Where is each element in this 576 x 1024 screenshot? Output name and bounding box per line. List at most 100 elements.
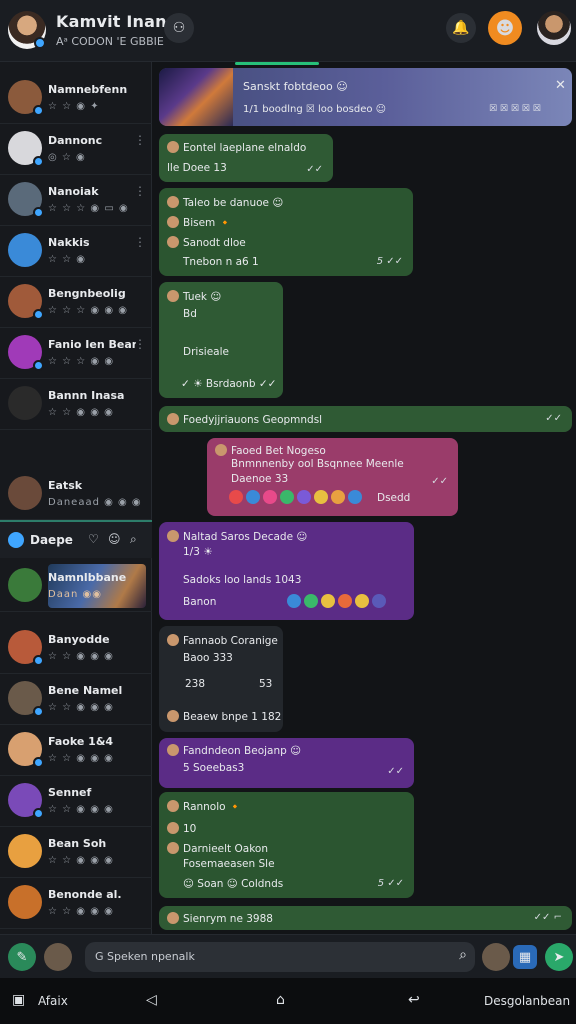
chat-list-item[interactable]: Benonde al. ☆ ☆ ◉ ◉ ◉ [0, 879, 152, 929]
chat-name: Namnebfenn [48, 83, 128, 96]
home-icon[interactable]: ⌂ [276, 992, 285, 1008]
attach-icon[interactable]: ✎ [8, 943, 36, 971]
reaction-row[interactable] [229, 490, 365, 504]
message-text: Sadoks loo lands 1043 [183, 574, 302, 586]
recents-icon[interactable]: ▣ [12, 992, 25, 1008]
emoji-avatar-icon[interactable]: ☻ [488, 11, 522, 45]
chat-list-item[interactable]: Dannonc ◎ ☆ ◉ ⋮ [0, 125, 152, 175]
avatar [8, 233, 42, 267]
gallery-icon[interactable]: ▦ [513, 945, 537, 969]
send-icon[interactable]: ➤ [545, 943, 573, 971]
chat-list-item[interactable]: Eatsk Daneaad ◉ ◉ ◉ [0, 470, 152, 520]
nav-left-label: Afaix [38, 994, 68, 1008]
user-avatar[interactable] [537, 11, 571, 45]
chat-list-item[interactable]: Fanio Ien Bean ☆ ☆ ☆ ◉ ◉ ⋮ [0, 329, 152, 379]
search-icon[interactable]: ⌕ [130, 532, 137, 547]
chat-list-item[interactable]: Nakkis ☆ ☆ ◉ ⋮ [0, 227, 152, 277]
message-bubble[interactable]: Taleo be danuoe ☺ Bisem 🔸 Sanodt dloe Tn… [159, 188, 413, 276]
message-bubble[interactable]: Rannolo 🔸 10 Darnieelt Oakon Fosemaeasen… [159, 792, 414, 898]
close-icon[interactable]: ✕ [555, 78, 566, 93]
reaction-icon[interactable] [280, 490, 294, 504]
reaction-icon[interactable] [246, 490, 260, 504]
chat-meta: ☆ ☆ ◉ ✦ [48, 101, 100, 112]
chat-meta: ☆ ☆ ◉ ◉ ◉ [48, 702, 114, 713]
reaction-icon[interactable] [338, 594, 352, 608]
reaction-icon[interactable] [263, 490, 277, 504]
message-input[interactable]: G Speken npenalk ⌕ [85, 942, 475, 972]
chat-name: Nanoiak [48, 185, 99, 198]
avatar [8, 681, 44, 717]
read-receipt-icon: 5 ✓✓ [377, 878, 404, 889]
chat-list-sidebar: Namnebfenn ☆ ☆ ◉ ✦ Dannonc ◎ ☆ ◉ ⋮ Nanoi… [0, 62, 152, 934]
message-bubble[interactable]: Eontel laeplane elnaldo lle Doee 13 ✓✓ [159, 134, 333, 182]
reaction-icon[interactable] [304, 594, 318, 608]
message-bubble[interactable]: Naltad Saros Decade ☺ 1/3 ☀ Sadoks loo l… [159, 522, 414, 620]
message-text: Rannolo 🔸 [183, 801, 242, 813]
chat-list-item[interactable]: Namnlbbane Daan ◉◉ [0, 562, 152, 612]
avatar [8, 80, 44, 116]
composer-bar: ✎ G Speken npenalk ⌕ ▦ ➤ [0, 934, 576, 978]
chat-list-item[interactable]: Nanoiak ☆ ☆ ☆ ◉ ▭ ◉ ⋮ [0, 176, 152, 226]
chat-list-item[interactable]: Namnebfenn ☆ ☆ ◉ ✦ [0, 74, 152, 124]
more-icon[interactable]: ⋮ [134, 184, 146, 198]
back-icon[interactable]: ◁ [146, 992, 157, 1008]
more-icon[interactable]: ⋮ [134, 133, 146, 147]
sender-avatar [167, 196, 179, 208]
chat-list-item[interactable]: Faoke 1&4 ☆ ☆ ◉ ◉ ◉ [0, 726, 152, 776]
chat-name: Namnlbbane [48, 571, 127, 584]
search-icon[interactable]: ⌕ [459, 947, 467, 963]
chat-list-item[interactable]: Banyodde ☆ ☆ ◉ ◉ ◉ [0, 624, 152, 674]
reaction-row[interactable] [287, 594, 389, 608]
pinned-banner[interactable]: Sanskt fobtdeoo ☺ 1/1 boodlng ☒ loo bosd… [159, 68, 572, 126]
chat-list-item[interactable]: Bean Soh ☆ ☆ ◉ ◉ ◉ [0, 828, 152, 878]
return-icon[interactable]: ↩ [408, 992, 420, 1008]
message-bubble[interactable]: Fannaob Coranige Baoo 333 238 53 Beaew b… [159, 626, 283, 732]
chat-list-item[interactable]: Bengnbeolig ☆ ☆ ☆ ◉ ◉ ◉ [0, 278, 152, 328]
chat-list-item[interactable]: Sennef ☆ ☆ ◉ ◉ ◉ [0, 777, 152, 827]
message-bubble[interactable]: Fandndeon Beojanp ☺ 5 Soeebas3 ✓✓ [159, 738, 414, 788]
chat-name: Fanio Ien Bean [48, 338, 136, 351]
message-bubble[interactable]: Foedyjjriauons Geopmndsl ✓✓ [159, 406, 572, 432]
message-bubble[interactable]: Tuek ☺ Bd Drisieale ✓ ☀ Bsrdaonb ✓✓ [159, 282, 283, 398]
message-bubble[interactable]: Sienrym ne 3988 ✓✓ ⌐ [159, 906, 572, 930]
chat-list-item[interactable]: Bene Namel ☆ ☆ ◉ ◉ ◉ [0, 675, 152, 725]
emoji-icon[interactable]: ☺ [108, 532, 121, 546]
chat-meta: ☆ ☆ ◉ [48, 254, 87, 265]
message-text: Bd [183, 308, 197, 320]
chat-name: Sennef [48, 786, 92, 799]
reaction-icon[interactable] [355, 594, 369, 608]
sender-avatar [167, 744, 179, 756]
heart-icon[interactable]: ♡ [88, 532, 99, 546]
read-receipt-icon: ✓✓ [387, 766, 404, 777]
chat-meta: ☆ ☆ ◉ ◉ ◉ [48, 753, 114, 764]
notification-icon[interactable]: 🔔 [446, 13, 476, 43]
reaction-icon[interactable] [314, 490, 328, 504]
reaction-icon[interactable] [321, 594, 335, 608]
message-bubble[interactable]: Faoed Bet Nogeso Bnmnnenby ool Bsqnnee M… [207, 438, 458, 516]
message-thread[interactable]: Sanskt fobtdeoo ☺ 1/1 boodlng ☒ loo bosd… [153, 62, 576, 934]
reaction-icon[interactable] [348, 490, 362, 504]
more-icon[interactable]: ⋮ [134, 337, 146, 351]
chat-name: Faoke 1&4 [48, 735, 114, 748]
message-text: 10 [183, 823, 197, 835]
online-dot-icon [33, 105, 44, 116]
reaction-icon[interactable] [331, 490, 345, 504]
reaction-icon[interactable] [287, 594, 301, 608]
contacts-icon[interactable]: ⚇ [164, 13, 194, 43]
message-text: Foedyjjriauons Geopmndsl [183, 414, 323, 426]
contact-avatar[interactable] [44, 943, 72, 971]
avatar [8, 783, 44, 819]
chat-meta: Daneaad ◉ ◉ ◉ [48, 497, 142, 508]
message-text: Naltad Saros Decade ☺ [183, 531, 308, 543]
contact-avatar[interactable] [482, 943, 510, 971]
chat-meta: ☆ ☆ ☆ ◉ ▭ ◉ [48, 203, 129, 214]
reaction-icon[interactable] [297, 490, 311, 504]
message-text: ☺ Soan ☺ Coldnds [183, 878, 284, 890]
more-icon[interactable]: ⋮ [134, 235, 146, 249]
reaction-icon[interactable] [229, 490, 243, 504]
chat-list-item[interactable]: Bannn Inasa ☆ ☆ ◉ ◉ ◉ [0, 380, 152, 430]
sender-avatar [167, 290, 179, 302]
reaction-icon[interactable] [372, 594, 386, 608]
chat-meta: ☆ ☆ ◉ ◉ ◉ [48, 906, 114, 917]
message-text: Daenoe 33 [231, 473, 289, 485]
